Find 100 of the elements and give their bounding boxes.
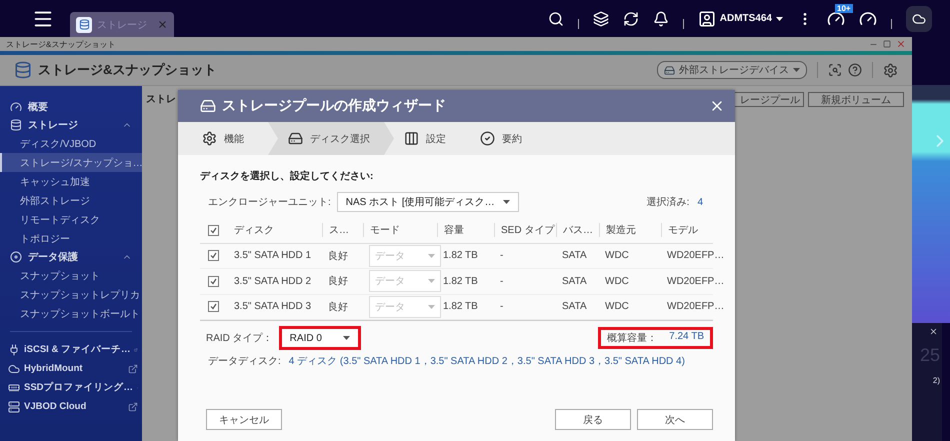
table-cell-text: 1.82 TB [442, 276, 479, 287]
checkbox[interactable] [208, 224, 219, 236]
database-icon [10, 119, 22, 131]
checkbox[interactable] [208, 276, 219, 287]
wizard-step: ディスク選択 [268, 122, 394, 155]
gauge-icon[interactable] [827, 10, 845, 28]
table-cell-text: - [499, 276, 504, 287]
column-header: モード [363, 223, 437, 238]
drive-icon [200, 98, 216, 114]
checkbox[interactable] [208, 301, 219, 312]
caret-icon [793, 68, 800, 72]
help-icon[interactable] [848, 63, 862, 77]
page-button[interactable]: 新規ボリューム [808, 92, 904, 107]
table-cell-text: SATA [561, 276, 588, 287]
user-icon [698, 10, 716, 28]
drive-icon [664, 64, 675, 76]
column-header: バス… [556, 223, 599, 238]
column-header: ス… [322, 223, 363, 238]
sidebar-item[interactable]: リモートディスク [0, 210, 142, 229]
sidebar-item[interactable]: スナップショットレプリカ [0, 285, 142, 304]
caret-icon [428, 279, 435, 284]
caret-icon [428, 304, 435, 309]
sidebar-item[interactable]: 外部ストレージ [0, 191, 142, 210]
sidebar-link[interactable]: SSDプロファイリング… [0, 378, 142, 397]
sidebar-item[interactable]: スナップショットボールト [0, 304, 142, 323]
table-cell-text: 良好 [327, 300, 349, 314]
settings-icon[interactable] [883, 62, 898, 78]
sync-icon[interactable] [622, 10, 639, 26]
sidebar-item[interactable]: キャッシュ加速 [0, 172, 142, 191]
sidebar-item[interactable]: スナップショット [0, 266, 142, 285]
search-icon[interactable] [548, 10, 564, 26]
columns-icon [404, 131, 419, 146]
instruction-text: ディスクを選択し、設定してください: [200, 169, 374, 183]
gear-icon [202, 131, 217, 146]
sidebar-link[interactable]: VJBOD Cloud [0, 397, 142, 416]
table-cell-text: 3.5" SATA HDD 3 [233, 301, 312, 312]
user-name: ADMTS464 [720, 13, 772, 24]
server-icon [8, 400, 20, 412]
sidebar-item[interactable]: ディスク/VJBOD [0, 134, 142, 153]
layers-icon[interactable] [592, 10, 609, 26]
dialog-title: ストレージプールの作成ウィザード [222, 97, 447, 115]
table-cell-text: WDC [604, 301, 630, 312]
storage-app-icon [76, 16, 92, 32]
hard-drive-icon [288, 131, 303, 146]
data-disks-value: 4 ディスク (3.5" SATA HDD 1，3.5" SATA HDD 2，3.5" SATA HDD 3，3.5" SATA HDD 4) [288, 355, 685, 368]
table-cell-text: 良好 [327, 250, 349, 263]
table-cell-text: WDC [604, 276, 630, 287]
table-cell-text: 良好 [327, 274, 349, 288]
cloud-button[interactable] [906, 6, 932, 32]
sidebar-group[interactable]: データ保護 [0, 248, 142, 266]
bell-icon[interactable] [652, 10, 669, 26]
column-header: モデル [661, 223, 719, 238]
next-button[interactable]: 次へ [637, 409, 713, 430]
device-dropdown[interactable]: 外部ストレージデバイス [657, 61, 807, 79]
sidebar-link[interactable]: iSCSI & ファイバーチ… [0, 340, 142, 359]
maximize-icon[interactable] [883, 40, 891, 48]
raid-select[interactable]: RAID 0 [278, 326, 361, 350]
wizard-step: 機能 [192, 122, 268, 155]
caret-icon [502, 200, 510, 204]
checkbox[interactable] [208, 250, 219, 262]
table-cell-text: SATA [561, 301, 588, 312]
sidebar-item[interactable]: ストレージ/スナップショ… [0, 153, 142, 172]
app-icon [14, 61, 32, 79]
check-circle-icon [480, 131, 495, 146]
column-header: SED タイプ [494, 223, 556, 238]
page-title: ストレ [146, 93, 176, 106]
wizard-step: 設定 [394, 122, 470, 155]
close-icon[interactable] [929, 327, 938, 336]
estimated-capacity: 概算容量： 7.24 TB [598, 327, 713, 349]
table-cell-text: - [499, 301, 504, 312]
selected-count: 選択済み: 4 [646, 196, 703, 209]
table-cell-text: 1.82 TB [442, 301, 479, 312]
enclosure-select[interactable]: NAS ホスト [使用可能ディスク… [336, 192, 519, 212]
cancel-button[interactable]: キャンセル [206, 409, 282, 430]
disc-icon [10, 251, 22, 263]
user-menu[interactable]: ADMTS464 [698, 10, 783, 28]
back-button[interactable]: 戻る [555, 409, 631, 430]
table-cell-text: WDC [604, 250, 630, 262]
field-label: RAID タイプ： [206, 332, 273, 345]
table-cell-text: 3.5" SATA HDD 2 [233, 276, 312, 287]
gauge-icon [10, 101, 22, 113]
field-label: エンクロージャーユニット: [208, 196, 331, 209]
speedometer-icon[interactable] [859, 10, 877, 28]
table-cell-text: SATA [561, 250, 588, 262]
notification-badge: 10+ [835, 4, 853, 12]
sidebar-group[interactable]: ストレージ [0, 116, 142, 134]
caret-icon [776, 16, 783, 20]
caret-icon [428, 254, 435, 258]
field-label: データディスク: [208, 355, 281, 368]
memory-stick-icon [8, 382, 20, 394]
sidebar-item[interactable]: トポロジー [0, 229, 142, 248]
table-cell-text: - [499, 250, 504, 262]
sidebar-item[interactable]: 概要 [0, 98, 142, 116]
column-header: 容量 [437, 223, 494, 238]
sidebar-link[interactable]: HybridMount [0, 359, 142, 378]
table-cell-text: 1.82 TB [442, 250, 479, 262]
plug-icon [8, 344, 20, 356]
app-title: ストレージ&スナップショット [38, 61, 218, 79]
cloud-icon [912, 12, 926, 26]
window-title: ストレージ&スナップショット [6, 38, 116, 50]
